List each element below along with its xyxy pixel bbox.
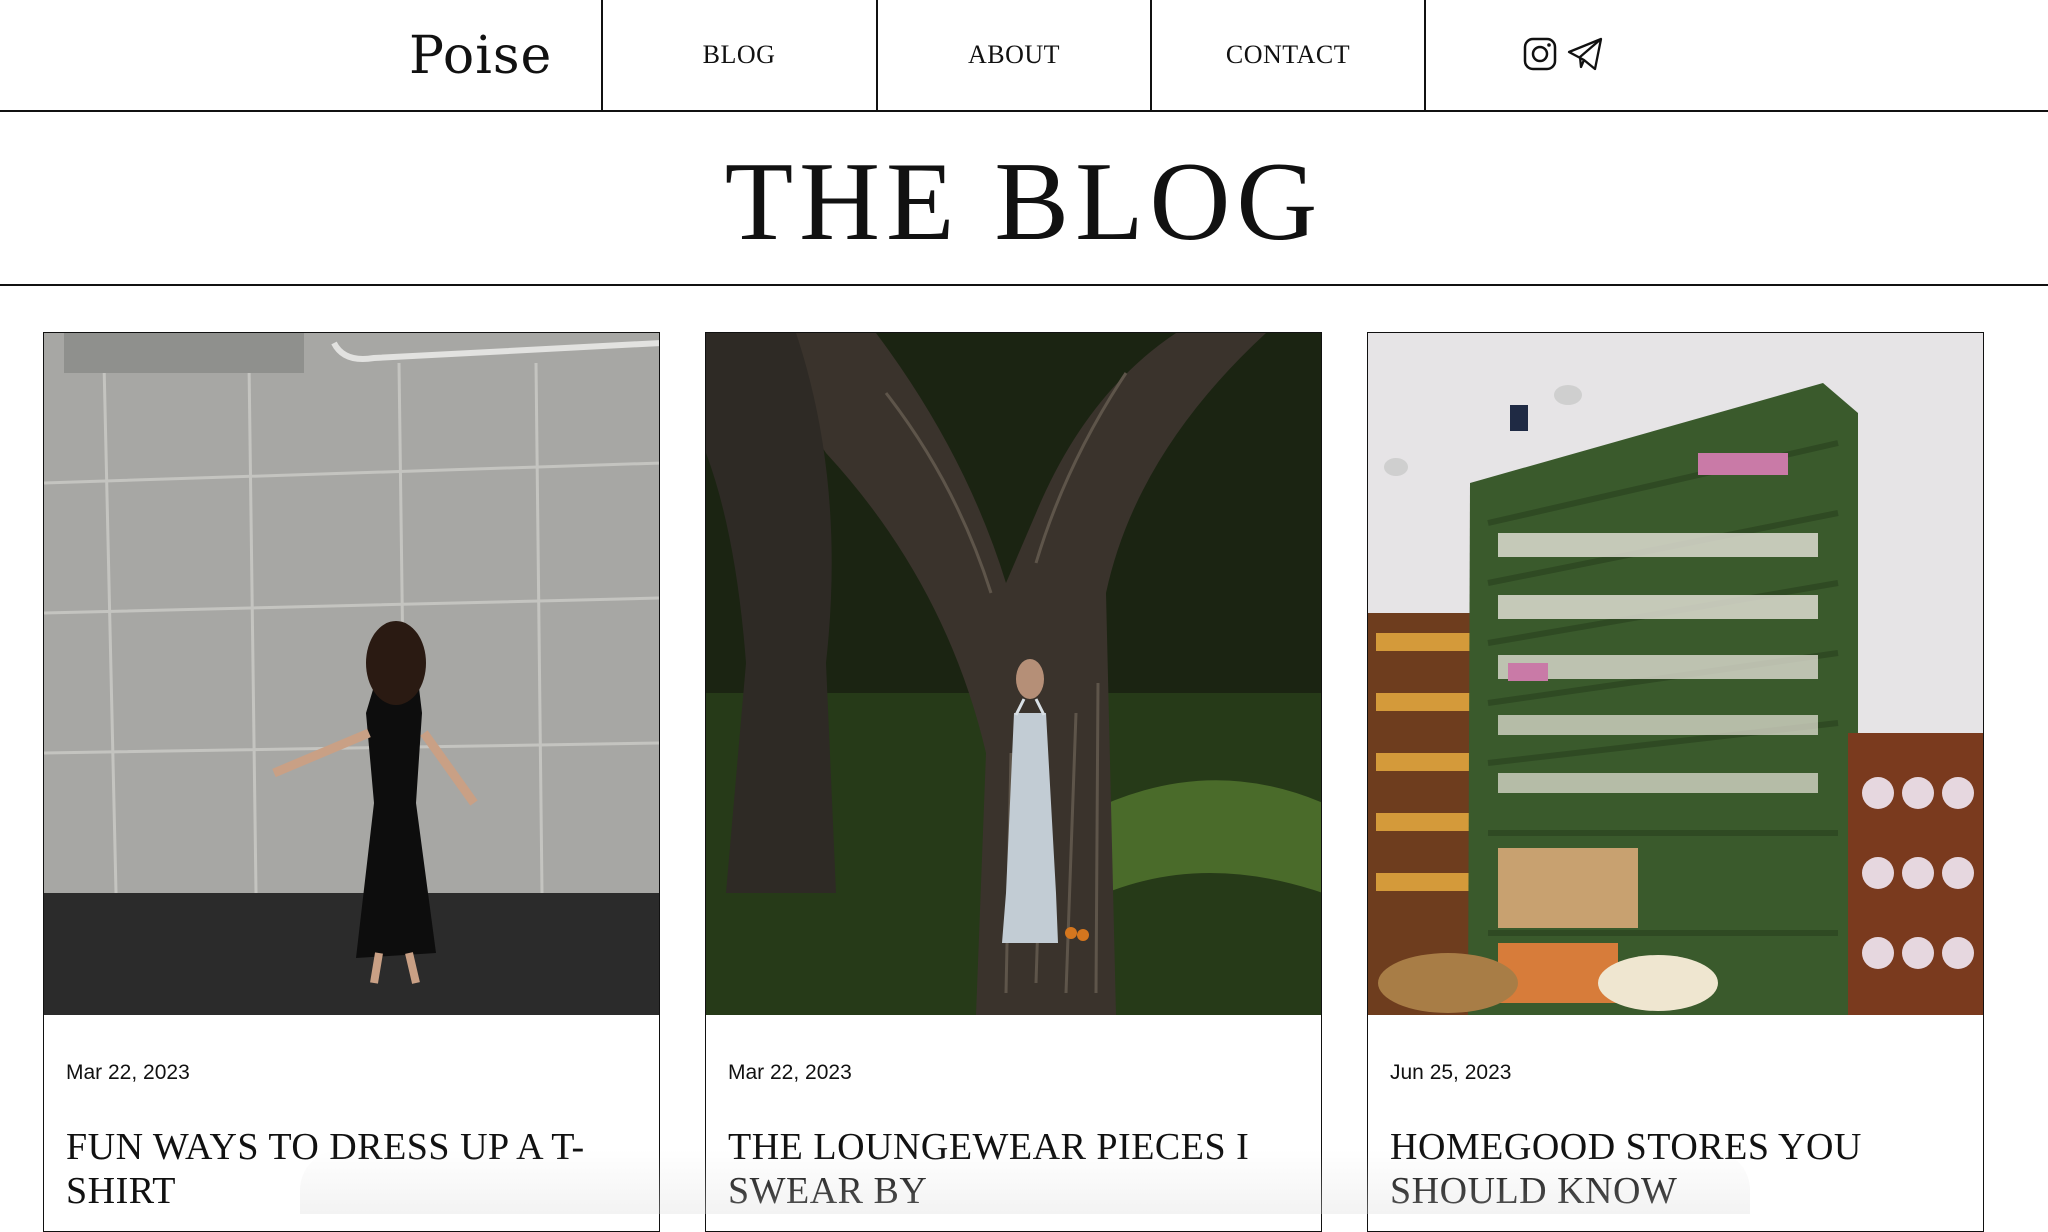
post-image[interactable] [44, 333, 659, 1015]
post-title[interactable]: FUN WAYS TO DRESS UP A T-SHIRT [66, 1125, 636, 1213]
post-image[interactable] [706, 333, 1321, 1015]
post-image[interactable] [1368, 333, 1983, 1015]
nav-blog[interactable]: BLOG [602, 38, 876, 72]
post-title[interactable]: HOMEGOOD STORES YOU SHOULD KNOW [1390, 1125, 1960, 1213]
nav-divider [1424, 0, 1426, 112]
blog-post-card[interactable]: Mar 22, 2023 FUN WAYS TO DRESS UP A T-SH… [43, 332, 660, 1232]
nav-contact[interactable]: CONTACT [1151, 38, 1425, 72]
nav-about[interactable]: ABOUT [877, 38, 1151, 72]
page-title-band: THE BLOG [0, 112, 2048, 286]
social-links [1522, 36, 1603, 72]
site-header: Poise BLOG ABOUT CONTACT [0, 0, 2048, 112]
post-date: Mar 22, 2023 [728, 1061, 852, 1084]
blog-post-card[interactable]: Jun 25, 2023 HOMEGOOD STORES YOU SHOULD … [1367, 332, 1984, 1232]
post-title[interactable]: THE LOUNGEWEAR PIECES I SWEAR BY [728, 1125, 1298, 1213]
blog-post-card[interactable]: Mar 22, 2023 THE LOUNGEWEAR PIECES I SWE… [705, 332, 1322, 1232]
instagram-icon[interactable] [1522, 36, 1558, 72]
telegram-icon[interactable] [1566, 36, 1603, 72]
post-date: Mar 22, 2023 [66, 1061, 190, 1084]
post-date: Jun 25, 2023 [1390, 1061, 1512, 1084]
site-logo[interactable]: Poise [409, 26, 552, 86]
page-title: THE BLOG [724, 140, 1324, 264]
